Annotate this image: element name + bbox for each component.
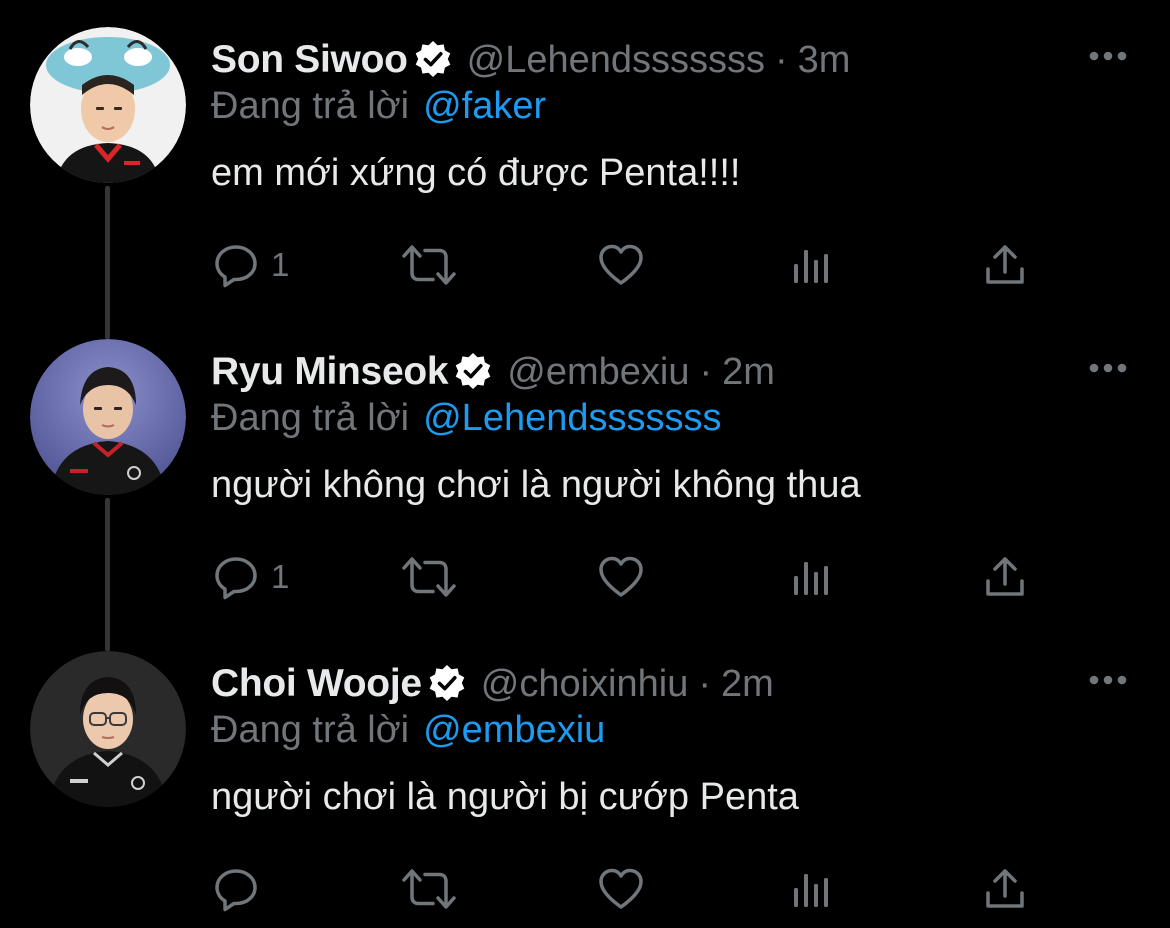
share-icon — [986, 869, 1024, 908]
display-name[interactable]: Choi Wooje — [211, 662, 422, 706]
retweet-button[interactable] — [400, 547, 458, 607]
tweet[interactable]: Ryu Minseok @embexiu · 2m Đang trả lời @… — [0, 312, 1170, 651]
avatar[interactable] — [30, 27, 186, 183]
share-icon — [986, 245, 1024, 284]
avatar-image — [30, 27, 186, 183]
retweet-icon — [402, 245, 456, 285]
views-button[interactable] — [791, 547, 835, 607]
retweet-button[interactable] — [400, 859, 458, 919]
reply-icon — [215, 557, 257, 600]
more-options-button[interactable] — [1084, 350, 1132, 386]
user-handle[interactable]: @Lehendsssssss — [467, 39, 765, 82]
like-icon — [599, 244, 643, 285]
header-separator: · — [698, 662, 711, 705]
reply-count: 1 — [271, 246, 290, 283]
like-button[interactable] — [597, 859, 645, 919]
tweet-timestamp[interactable]: 3m — [798, 39, 851, 82]
reply-button[interactable]: 1 — [213, 235, 289, 295]
share-icon — [986, 557, 1024, 596]
verified-badge-icon — [411, 38, 455, 82]
more-dots-icon — [1089, 675, 1127, 685]
replying-to: Đang trả lời @embexiu — [211, 706, 605, 754]
tweet-actions: 1 — [0, 235, 1170, 295]
reply-button[interactable]: 1 — [213, 547, 289, 607]
avatar-image — [30, 339, 186, 495]
tweet-timestamp[interactable]: 2m — [722, 351, 775, 394]
display-name[interactable]: Ryu Minseok — [211, 350, 449, 394]
tweet-text: người chơi là người bị cướp Penta — [211, 776, 799, 818]
retweet-icon — [402, 557, 456, 597]
like-icon — [599, 556, 643, 597]
tweet-header: Choi Wooje @choixinhiu · 2m — [211, 658, 774, 710]
avatar[interactable] — [30, 339, 186, 495]
views-icon — [794, 562, 828, 595]
replying-to-label: Đang trả lời — [211, 84, 410, 127]
replying-to-label: Đang trả lời — [211, 708, 410, 751]
reply-icon — [215, 245, 257, 288]
verified-badge-icon — [425, 662, 469, 706]
tweet-timestamp[interactable]: 2m — [721, 663, 774, 706]
tweet-actions: 1 — [0, 547, 1170, 607]
replying-to: Đang trả lời @Lehendsssssss — [211, 394, 722, 442]
retweet-icon — [402, 869, 456, 909]
replying-to-mention[interactable]: @embexiu — [423, 709, 605, 752]
like-button[interactable] — [597, 547, 645, 607]
tweet-header: Son Siwoo @Lehendsssssss · 3m — [211, 34, 850, 86]
views-button[interactable] — [791, 859, 835, 919]
replying-to-mention[interactable]: @faker — [423, 85, 546, 128]
tweet-text: em mới xứng có được Penta!!!! — [211, 152, 741, 194]
more-dots-icon — [1089, 363, 1127, 373]
share-button[interactable] — [982, 547, 1028, 607]
more-options-button[interactable] — [1084, 662, 1132, 698]
views-icon — [794, 874, 828, 907]
tweet-text: người không chơi là người không thua — [211, 464, 861, 506]
share-button[interactable] — [982, 235, 1028, 295]
display-name[interactable]: Son Siwoo — [211, 38, 408, 82]
views-button[interactable] — [791, 235, 835, 295]
tweet-header: Ryu Minseok @embexiu · 2m — [211, 346, 775, 398]
like-button[interactable] — [597, 235, 645, 295]
replying-to-label: Đang trả lời — [211, 396, 410, 439]
more-dots-icon — [1089, 51, 1127, 61]
retweet-button[interactable] — [400, 235, 458, 295]
user-handle[interactable]: @embexiu — [507, 351, 689, 394]
replying-to-mention[interactable]: @Lehendsssssss — [423, 397, 721, 440]
tweet[interactable]: Choi Wooje @choixinhiu · 2m Đang trả lời… — [0, 624, 1170, 928]
reply-button[interactable] — [213, 859, 271, 919]
reply-icon — [215, 869, 257, 912]
like-icon — [599, 868, 643, 909]
tweet[interactable]: Son Siwoo @Lehendsssssss · 3m Đang trả l… — [0, 0, 1170, 339]
avatar[interactable] — [30, 651, 186, 807]
header-separator: · — [775, 38, 788, 81]
avatar-image — [30, 651, 186, 807]
verified-badge-icon — [451, 350, 495, 394]
reply-count: 1 — [271, 558, 290, 595]
more-options-button[interactable] — [1084, 38, 1132, 74]
header-separator: · — [699, 350, 713, 393]
views-icon — [794, 250, 828, 283]
tweet-actions — [0, 859, 1170, 919]
reply-thread: Son Siwoo @Lehendsssssss · 3m Đang trả l… — [0, 0, 1170, 928]
replying-to: Đang trả lời @faker — [211, 82, 546, 130]
share-button[interactable] — [982, 859, 1028, 919]
user-handle[interactable]: @choixinhiu — [481, 663, 689, 706]
